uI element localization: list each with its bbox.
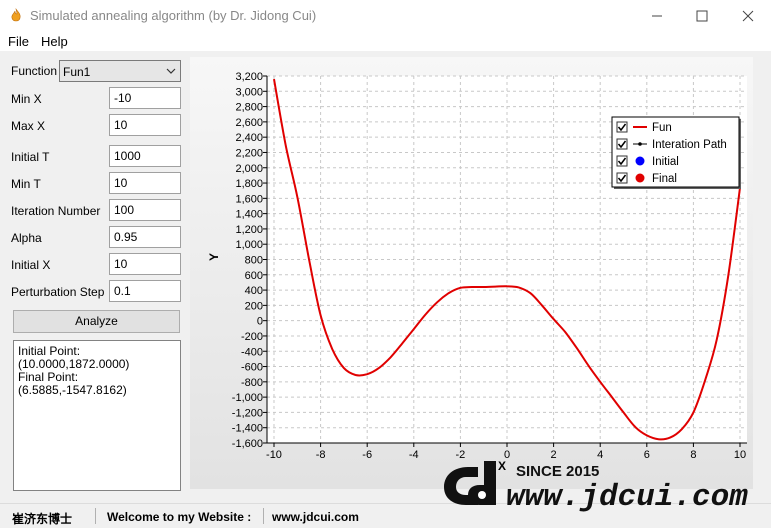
iteration-number-input[interactable] [109, 199, 181, 221]
title-bar: Simulated annealing algorithm (by Dr. Ji… [0, 0, 771, 31]
chart-svg: -1,600 -1,400 -1,200 -1,000 -800 -600 -400 -200… [190, 57, 753, 489]
y-axis-label: Y [207, 253, 221, 261]
flame-icon [11, 8, 21, 22]
legend-label: Final [652, 173, 677, 185]
y-tick-label: 800 [245, 255, 263, 267]
minimize-button[interactable] [634, 0, 680, 31]
y-tick-label: 200 [245, 300, 263, 312]
legend-label: Interation Path [652, 139, 727, 151]
y-tick-label: 1,800 [235, 178, 263, 190]
min-x-label: Min X [11, 92, 42, 106]
y-tick-label: -800 [241, 377, 263, 389]
legend-label: Initial [652, 156, 679, 168]
initial-x-input[interactable] [109, 253, 181, 275]
legend-swatch [635, 156, 645, 166]
legend-swatch [635, 173, 645, 183]
legend-label: Fun [652, 122, 672, 134]
min-t-input[interactable] [109, 172, 181, 194]
min-x-input[interactable] [109, 87, 181, 109]
function-select[interactable]: Fun1 [59, 60, 181, 82]
chart-panel: -1,600 -1,400 -1,200 -1,000 -800 -600 -400 -200… [190, 57, 753, 489]
y-tick-label: -600 [241, 362, 263, 374]
initial-t-input[interactable] [109, 145, 181, 167]
function-select-value: Fun1 [63, 65, 91, 79]
y-tick-label: 2,800 [235, 102, 263, 114]
iteration-number-label: Iteration Number [11, 204, 101, 218]
x-tick-label: -10 [266, 449, 282, 461]
max-x-label: Max X [11, 119, 46, 133]
status-separator [95, 508, 96, 524]
y-tick-label: -400 [241, 346, 263, 358]
alpha-input[interactable] [109, 226, 181, 248]
y-tick-label: 1,200 [235, 224, 263, 236]
y-tick-label: -1,400 [232, 423, 263, 435]
y-tick-label: 2,600 [235, 117, 263, 129]
watermark-since: SINCE 2015 [516, 463, 599, 480]
status-welcome: Welcome to my Website : [107, 510, 252, 524]
legend: Fun Interation Path Initial Final [611, 116, 741, 189]
y-tick-label: -1,000 [232, 392, 263, 404]
function-label: Function [11, 64, 58, 78]
y-tick-label: 3,200 [235, 71, 263, 83]
close-button[interactable] [725, 0, 771, 31]
window-title: Simulated annealing algorithm (by Dr. Ji… [30, 8, 317, 23]
x-tick-label: -8 [316, 449, 326, 461]
perturbation-step-label: Perturbation Step [11, 285, 105, 299]
y-tick-label: 2,000 [235, 163, 263, 175]
min-t-label: Min T [11, 177, 41, 191]
y-tick-label: 2,400 [235, 132, 263, 144]
x-tick-label: -6 [362, 449, 372, 461]
initial-t-label: Initial T [11, 150, 50, 164]
y-tick-label: -1,600 [232, 438, 263, 450]
status-separator [263, 508, 264, 524]
menu-bar: File Help [0, 31, 771, 51]
initial-x-label: Initial X [11, 258, 51, 272]
final-point-value: (6.5885,-1547.8162) [18, 383, 127, 397]
status-website-link[interactable]: www.jdcui.com [272, 510, 359, 524]
max-x-input[interactable] [109, 114, 181, 136]
jdcui-watermark-logo: SINCE 2015 www.jdcui.com [444, 461, 748, 515]
y-tick-label: 0 [257, 316, 263, 328]
legend-swatch-dot [638, 142, 642, 146]
y-tick-label: 1,000 [235, 239, 263, 251]
y-tick-label: 1,600 [235, 193, 263, 205]
menu-file[interactable]: File [8, 34, 29, 49]
y-tick-label: 400 [245, 285, 263, 297]
y-tick-label: 2,200 [235, 147, 263, 159]
maximize-button[interactable] [679, 0, 725, 31]
analyze-button[interactable]: Analyze [13, 310, 180, 333]
alpha-label: Alpha [11, 231, 42, 245]
maximize-icon [696, 10, 708, 22]
close-icon [742, 10, 754, 22]
status-author-name: 崔济东博士 [12, 512, 73, 526]
perturbation-step-input[interactable] [109, 280, 181, 302]
y-tick-label: 3,000 [235, 86, 263, 98]
output-textbox[interactable]: Initial Point: (10.0000,1872.0000) Final… [13, 340, 181, 491]
y-tick-label: -1,200 [232, 407, 263, 419]
y-tick-label: 1,400 [235, 209, 263, 221]
minimize-icon [652, 15, 662, 17]
x-tick-label: -4 [409, 449, 419, 461]
chevron-down-icon [166, 68, 176, 74]
y-tick-label: 600 [245, 270, 263, 282]
y-tick-label: -200 [241, 331, 263, 343]
menu-help[interactable]: Help [41, 34, 68, 49]
watermark-url: www.jdcui.com [506, 480, 748, 515]
